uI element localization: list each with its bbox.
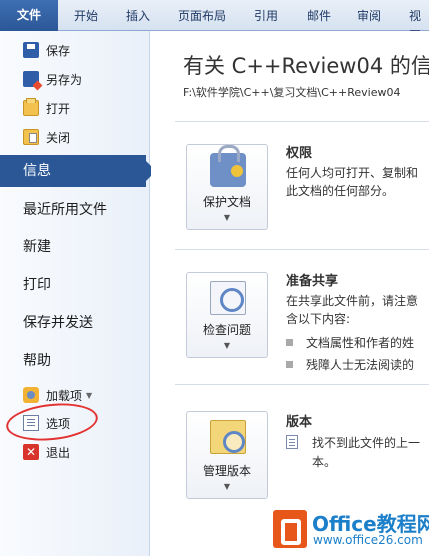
tab-insert[interactable]: 插入 xyxy=(126,6,150,26)
nav-info[interactable]: 信息 xyxy=(0,155,156,187)
open-label: 打开 xyxy=(46,101,71,116)
prepare-line-2: 含以下内容: xyxy=(286,312,351,326)
section-divider xyxy=(175,249,429,250)
check-issues-label: 检查问题 xyxy=(202,323,251,337)
prepare-line-1: 在共享此文件前，请注意 xyxy=(286,294,419,308)
document-icon xyxy=(286,435,298,449)
tab-home[interactable]: 开始 xyxy=(74,6,98,26)
nav-save-send[interactable]: 保存并发送 xyxy=(0,307,150,339)
addin-icon xyxy=(23,387,39,403)
permissions-line-1: 任何人均可打开、复制和 xyxy=(286,166,419,180)
folder-open-icon xyxy=(23,98,39,116)
tab-review[interactable]: 审阅 xyxy=(357,6,381,26)
save-icon xyxy=(23,42,39,58)
prepare-bullet-1: 文档属性和作者的姓 xyxy=(286,334,414,351)
office-logo-icon xyxy=(273,510,307,548)
tab-references[interactable]: 引用 xyxy=(254,6,278,26)
save-as-icon xyxy=(23,71,39,87)
save-command[interactable]: 保存 xyxy=(0,37,150,63)
protect-document-label: 保护文档 xyxy=(202,195,251,209)
manage-versions-label: 管理版本 xyxy=(202,464,251,478)
close-label: 关闭 xyxy=(46,130,71,145)
ribbon-tab-bar: 文件 开始 插入 页面布局 引用 邮件 审阅 视图 xyxy=(0,0,429,43)
close-command[interactable]: 关闭 xyxy=(0,124,150,150)
versions-icon xyxy=(210,420,246,454)
versions-line-1: 找不到此文件的上一 xyxy=(312,436,421,450)
prepare-bullet-2: 残障人士无法阅读的 xyxy=(286,356,414,373)
dropdown-arrow-icon: ▼ xyxy=(86,390,93,400)
document-path: F:\软件学院\C++\复习文档\C++Review04 xyxy=(183,86,401,99)
nav-new[interactable]: 新建 xyxy=(0,231,150,263)
permissions-title: 权限 xyxy=(286,146,313,161)
dropdown-arrow-icon: ▼ xyxy=(223,341,231,350)
nav-recent[interactable]: 最近所用文件 xyxy=(0,194,150,226)
exit-label: 退出 xyxy=(46,445,71,460)
tab-page-layout[interactable]: 页面布局 xyxy=(178,6,226,26)
open-command[interactable]: 打开 xyxy=(0,95,150,121)
nav-help[interactable]: 帮助 xyxy=(0,345,150,377)
nav-print[interactable]: 打印 xyxy=(0,269,150,301)
tab-view[interactable]: 视图 xyxy=(409,6,429,43)
exit-command[interactable]: ✕ 退出 xyxy=(0,439,150,465)
versions-line-2: 本。 xyxy=(312,455,337,469)
protect-document-button[interactable]: 保护文档 ▼ xyxy=(186,144,268,230)
versions-title: 版本 xyxy=(286,415,313,430)
section-divider xyxy=(175,121,429,122)
watermark-url: www.office26.com xyxy=(313,533,423,547)
section-divider xyxy=(175,384,429,385)
folder-close-icon xyxy=(23,129,39,145)
prepare-title: 准备共享 xyxy=(286,274,339,289)
manage-versions-button[interactable]: 管理版本 ▼ xyxy=(186,411,268,499)
permissions-line-2: 此文档的任何部分。 xyxy=(286,184,395,198)
document-title: 有关 C++Review04 的信 xyxy=(183,54,429,78)
save-as-label: 另存为 xyxy=(46,72,83,87)
inspect-document-icon xyxy=(210,281,246,315)
tab-mailings[interactable]: 邮件 xyxy=(307,6,331,26)
dropdown-arrow-icon: ▼ xyxy=(223,213,231,222)
exit-icon: ✕ xyxy=(23,444,39,460)
check-issues-button[interactable]: 检查问题 ▼ xyxy=(186,272,268,358)
dropdown-arrow-icon: ▼ xyxy=(223,482,231,491)
save-as-command[interactable]: 另存为 xyxy=(0,66,150,92)
tab-file[interactable]: 文件 xyxy=(0,0,58,31)
save-label: 保存 xyxy=(46,43,71,58)
addins-label: 加载项 xyxy=(46,388,83,403)
lock-key-icon xyxy=(210,145,246,187)
